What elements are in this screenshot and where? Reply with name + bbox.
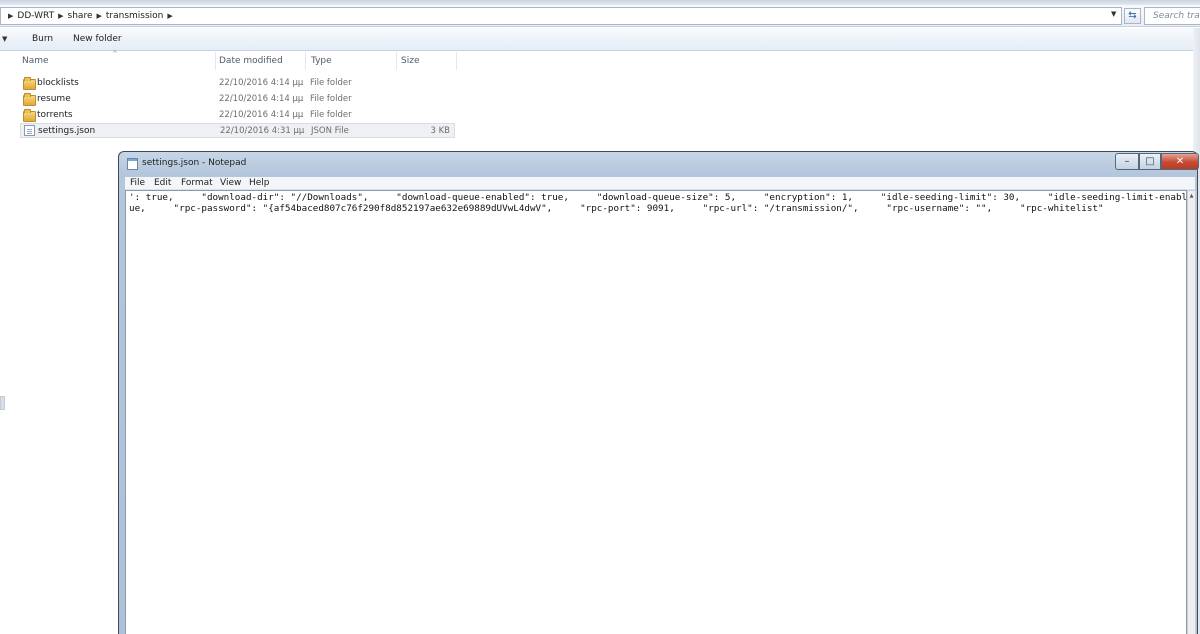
breadcrumb-ddwrt[interactable]: DD-WRT bbox=[17, 11, 54, 21]
sort-ascending-icon: ^ bbox=[112, 50, 118, 58]
column-header-size[interactable]: Size bbox=[401, 56, 419, 66]
column-divider[interactable] bbox=[215, 52, 216, 70]
vertical-scrollbar[interactable] bbox=[1187, 190, 1196, 634]
file-row-blocklists[interactable]: blocklists 22/10/2016 4:14 μμ File folde… bbox=[20, 76, 455, 91]
new-folder-button[interactable]: New folder bbox=[73, 34, 122, 44]
file-row-torrents[interactable]: torrents 22/10/2016 4:14 μμ File folder bbox=[20, 108, 455, 123]
notepad-icon bbox=[127, 158, 138, 170]
text-line: ue, "rpc-password": "{af54baced807c76f29… bbox=[129, 203, 1104, 214]
column-divider[interactable] bbox=[456, 52, 457, 70]
json-file-icon bbox=[24, 125, 35, 136]
address-bar-row: ▶ DD-WRT ▶ share ▶ transmission ▶ ▼ ⇆ Se… bbox=[0, 5, 1200, 27]
navigation-pane-splitter[interactable] bbox=[0, 396, 5, 410]
address-bar[interactable]: ▶ DD-WRT ▶ share ▶ transmission ▶ bbox=[0, 7, 1122, 25]
text-editor-area[interactable]: ': true, "download-dir": "//Downloads", … bbox=[125, 190, 1187, 634]
file-date-modified: 22/10/2016 4:31 μμ bbox=[220, 126, 305, 136]
column-divider[interactable] bbox=[305, 52, 306, 70]
file-type: File folder bbox=[310, 110, 352, 120]
minimize-icon: – bbox=[1124, 156, 1130, 167]
maximize-button[interactable]: □ bbox=[1139, 153, 1161, 170]
menu-bar: File Edit Format View Help bbox=[125, 177, 1195, 190]
file-date-modified: 22/10/2016 4:14 μμ bbox=[219, 78, 304, 88]
column-header-type[interactable]: Type bbox=[311, 56, 332, 66]
file-name: torrents bbox=[37, 110, 73, 120]
search-input[interactable]: Search transmission bbox=[1144, 7, 1200, 25]
refresh-button[interactable]: ⇆ bbox=[1124, 8, 1141, 24]
breadcrumb-share[interactable]: share bbox=[68, 11, 93, 21]
maximize-icon: □ bbox=[1145, 156, 1155, 167]
breadcrumb-separator-icon[interactable]: ▶ bbox=[58, 12, 63, 20]
file-type: JSON File bbox=[311, 126, 349, 136]
breadcrumb-separator-icon[interactable]: ▶ bbox=[167, 12, 172, 20]
file-type: File folder bbox=[310, 78, 352, 88]
column-header-name[interactable]: Name bbox=[22, 56, 49, 66]
file-name: blocklists bbox=[37, 78, 79, 88]
menu-edit[interactable]: Edit bbox=[154, 178, 171, 188]
file-row-settings-json[interactable]: settings.json 22/10/2016 4:31 μμ JSON Fi… bbox=[20, 123, 455, 138]
address-history-dropdown-icon[interactable]: ▼ bbox=[1111, 10, 1116, 18]
file-row-resume[interactable]: resume 22/10/2016 4:14 μμ File folder bbox=[20, 92, 455, 107]
notepad-window[interactable]: settings.json - Notepad – □ ✕ File Edit … bbox=[118, 151, 1199, 634]
refresh-icon: ⇆ bbox=[1128, 10, 1137, 21]
close-icon: ✕ bbox=[1175, 156, 1185, 167]
file-type: File folder bbox=[310, 94, 352, 104]
file-date-modified: 22/10/2016 4:14 μμ bbox=[219, 94, 304, 104]
file-size: 3 KB bbox=[430, 126, 450, 136]
column-header-date-modified[interactable]: Date modified bbox=[219, 56, 283, 66]
file-name: settings.json bbox=[38, 126, 96, 136]
window-title: settings.json - Notepad bbox=[142, 158, 247, 168]
menu-help[interactable]: Help bbox=[249, 178, 270, 188]
breadcrumb-separator-icon[interactable]: ▶ bbox=[96, 12, 101, 20]
file-name: resume bbox=[37, 94, 71, 104]
file-date-modified: 22/10/2016 4:14 μμ bbox=[219, 110, 304, 120]
organize-dropdown-icon[interactable]: ▼ bbox=[2, 35, 7, 43]
burn-button[interactable]: Burn bbox=[32, 34, 53, 44]
folder-icon bbox=[23, 93, 36, 106]
menu-view[interactable]: View bbox=[220, 178, 241, 188]
folder-icon bbox=[23, 109, 36, 122]
menu-file[interactable]: File bbox=[130, 178, 145, 188]
command-bar: ▼ Burn New folder bbox=[0, 28, 1200, 51]
folder-icon bbox=[23, 77, 36, 90]
column-divider[interactable] bbox=[396, 52, 397, 70]
close-button[interactable]: ✕ bbox=[1161, 153, 1199, 170]
breadcrumb-root-arrow-icon[interactable]: ▶ bbox=[8, 12, 13, 20]
breadcrumb-transmission[interactable]: transmission bbox=[106, 11, 164, 21]
minimize-button[interactable]: – bbox=[1115, 153, 1139, 170]
menu-format[interactable]: Format bbox=[181, 178, 213, 188]
text-line: ': true, "download-dir": "//Downloads", … bbox=[129, 192, 1187, 203]
